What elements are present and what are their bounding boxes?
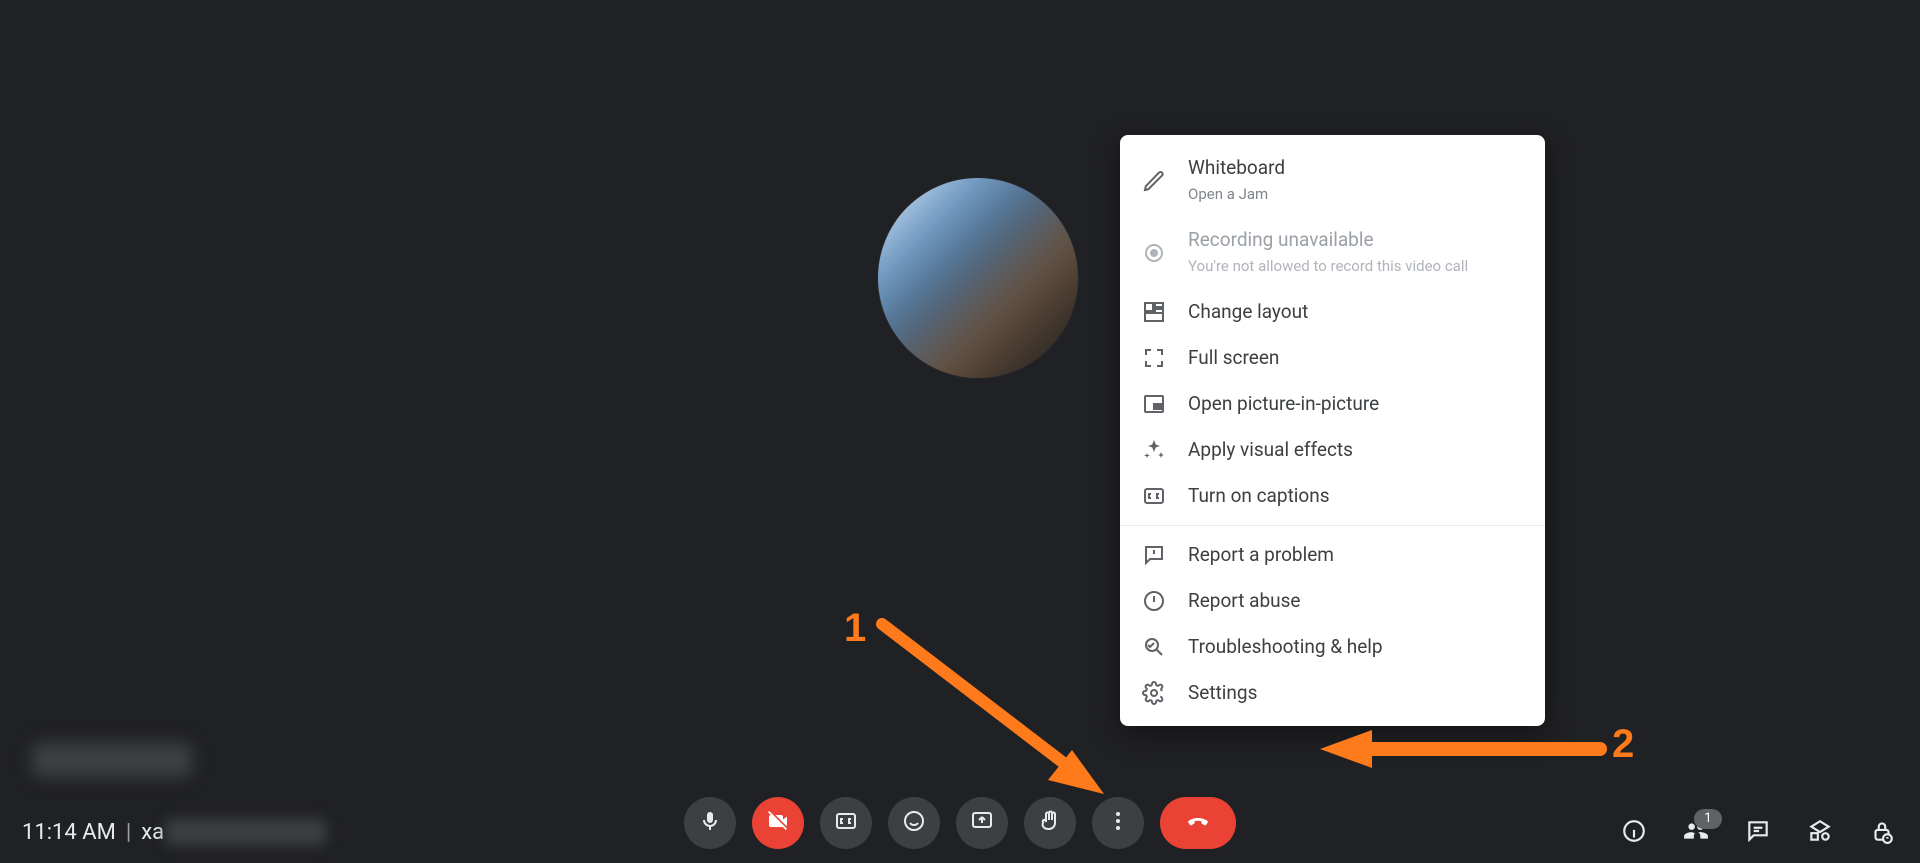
menu-item-label: Whiteboard [1188, 156, 1285, 180]
menu-item-report-problem[interactable]: Report a problem [1120, 532, 1545, 578]
more-options-menu: Whiteboard Open a Jam Recording unavaila… [1120, 135, 1545, 726]
menu-item-change-layout[interactable]: Change layout [1120, 289, 1545, 335]
meet-call-screen: Whiteboard Open a Jam Recording unavaila… [0, 0, 1920, 863]
menu-item-recording: Recording unavailable You're not allowed… [1120, 217, 1545, 289]
activities-icon [1807, 818, 1833, 848]
mic-icon [698, 809, 722, 837]
participant-name-redacted [32, 743, 192, 777]
avatar-image [878, 178, 1078, 378]
toggle-captions-button[interactable] [820, 797, 872, 849]
right-panel-controls: 1 [1620, 819, 1896, 847]
lock-icon [1869, 818, 1895, 848]
menu-item-pip[interactable]: Open picture-in-picture [1120, 381, 1545, 427]
menu-item-label: Recording unavailable [1188, 228, 1468, 252]
menu-item-label: Turn on captions [1188, 484, 1330, 508]
info-icon [1621, 818, 1647, 848]
menu-item-help[interactable]: Troubleshooting & help [1120, 624, 1545, 670]
menu-item-label: Full screen [1188, 346, 1279, 370]
menu-item-captions[interactable]: Turn on captions [1120, 473, 1545, 519]
annotation-step-1: 1 [844, 606, 866, 651]
host-controls-button[interactable] [1868, 819, 1896, 847]
activities-button[interactable] [1806, 819, 1834, 847]
abuse-icon [1142, 589, 1166, 613]
sparkle-icon [1142, 438, 1166, 462]
menu-item-label: Open picture-in-picture [1188, 392, 1379, 416]
meeting-code-redacted [166, 819, 326, 845]
pip-icon [1142, 392, 1166, 416]
menu-item-label: Apply visual effects [1188, 438, 1353, 462]
menu-separator [1120, 525, 1545, 526]
menu-item-sublabel: You're not allowed to record this video … [1188, 254, 1468, 278]
pencil-icon [1142, 169, 1166, 193]
meeting-code-prefix: xa [141, 820, 164, 845]
camera-off-icon [766, 809, 790, 837]
record-icon [1142, 241, 1166, 265]
menu-item-report-abuse[interactable]: Report abuse [1120, 578, 1545, 624]
menu-item-settings[interactable]: Settings [1120, 670, 1545, 716]
clock-time: 11:14 AM [22, 820, 116, 845]
participant-avatar [878, 178, 1078, 378]
hangup-icon [1186, 809, 1210, 837]
menu-item-label: Troubleshooting & help [1188, 635, 1383, 659]
menu-item-sublabel: Open a Jam [1188, 182, 1285, 206]
menu-item-label: Settings [1188, 681, 1257, 705]
people-button[interactable]: 1 [1682, 819, 1710, 847]
meeting-code[interactable]: xa [141, 819, 326, 845]
layout-icon [1142, 300, 1166, 324]
menu-item-label: Report a problem [1188, 543, 1334, 567]
meeting-details-button[interactable] [1620, 819, 1648, 847]
menu-item-label: Change layout [1188, 300, 1308, 324]
captions-cc-icon [1142, 484, 1166, 508]
chat-button[interactable] [1744, 819, 1772, 847]
annotation-arrow-2 [1310, 724, 1610, 774]
leave-call-button[interactable] [1160, 797, 1236, 849]
troubleshoot-icon [1142, 635, 1166, 659]
menu-item-fullscreen[interactable]: Full screen [1120, 335, 1545, 381]
gear-icon [1142, 681, 1166, 705]
menu-item-visual-effects[interactable]: Apply visual effects [1120, 427, 1545, 473]
separator-pipe: | [126, 820, 131, 845]
menu-item-label: Report abuse [1188, 589, 1300, 613]
chat-icon [1745, 818, 1771, 848]
annotation-step-2: 2 [1612, 722, 1634, 767]
toggle-camera-button[interactable] [752, 797, 804, 849]
fullscreen-icon [1142, 346, 1166, 370]
participants-count-badge: 1 [1694, 809, 1722, 829]
annotation-arrow-1 [872, 614, 1132, 814]
feedback-icon [1142, 543, 1166, 567]
menu-item-whiteboard[interactable]: Whiteboard Open a Jam [1120, 145, 1545, 217]
cc-icon [834, 809, 858, 837]
toggle-mic-button[interactable] [684, 797, 736, 849]
meeting-info: 11:14 AM | xa [22, 819, 326, 845]
